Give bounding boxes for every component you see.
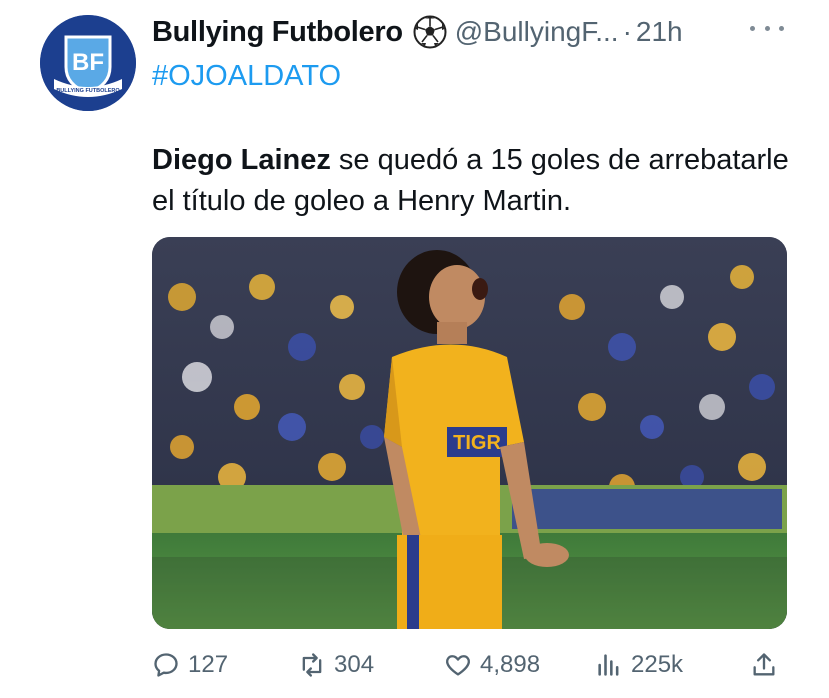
soccer-ball-icon <box>413 15 447 49</box>
avatar-initials: BF <box>72 49 104 76</box>
tweet-header: Bullying Futbolero @BullyingF... · 21h <box>152 14 829 50</box>
retweet-icon <box>302 653 322 677</box>
views-icon <box>598 654 619 676</box>
share-icon <box>753 653 775 676</box>
avatar[interactable]: BF BULLYING FUTBOLERO <box>40 15 136 111</box>
tweet-text: Diego Lainez se quedó a 15 goles de arre… <box>152 140 792 222</box>
author-handle[interactable]: @BullyingF... <box>455 16 619 48</box>
avatar-logo: BF BULLYING FUTBOLERO <box>40 15 136 111</box>
tweet-text-bold: Diego Lainez <box>152 144 331 176</box>
like-count: 4,898 <box>480 651 541 678</box>
reply-button[interactable]: 127 <box>152 645 228 685</box>
views-count: 225k <box>631 651 684 678</box>
avatar-banner: BULLYING FUTBOLERO <box>56 88 120 94</box>
author-name[interactable]: Bullying Futbolero <box>152 16 403 49</box>
reply-count: 127 <box>188 651 229 678</box>
tweet-photo[interactable]: TIGR <box>152 237 787 629</box>
timestamp[interactable]: 21h <box>636 16 683 48</box>
separator-dot: · <box>622 16 632 47</box>
like-icon <box>446 655 470 676</box>
views-button[interactable]: 225k <box>595 645 683 685</box>
tweet-actions: 127 304 4,898 225k <box>152 645 792 685</box>
share-button[interactable] <box>750 645 786 685</box>
hashtag-link[interactable]: #OJOALDATO <box>152 60 341 93</box>
more-icon[interactable] <box>750 18 784 38</box>
retweet-button[interactable]: 304 <box>298 645 374 685</box>
retweet-count: 304 <box>334 651 375 678</box>
jersey-text: TIGR <box>453 432 501 454</box>
photo-soccer-player: TIGR <box>152 237 787 629</box>
like-button[interactable]: 4,898 <box>444 645 540 685</box>
reply-icon <box>154 653 178 677</box>
